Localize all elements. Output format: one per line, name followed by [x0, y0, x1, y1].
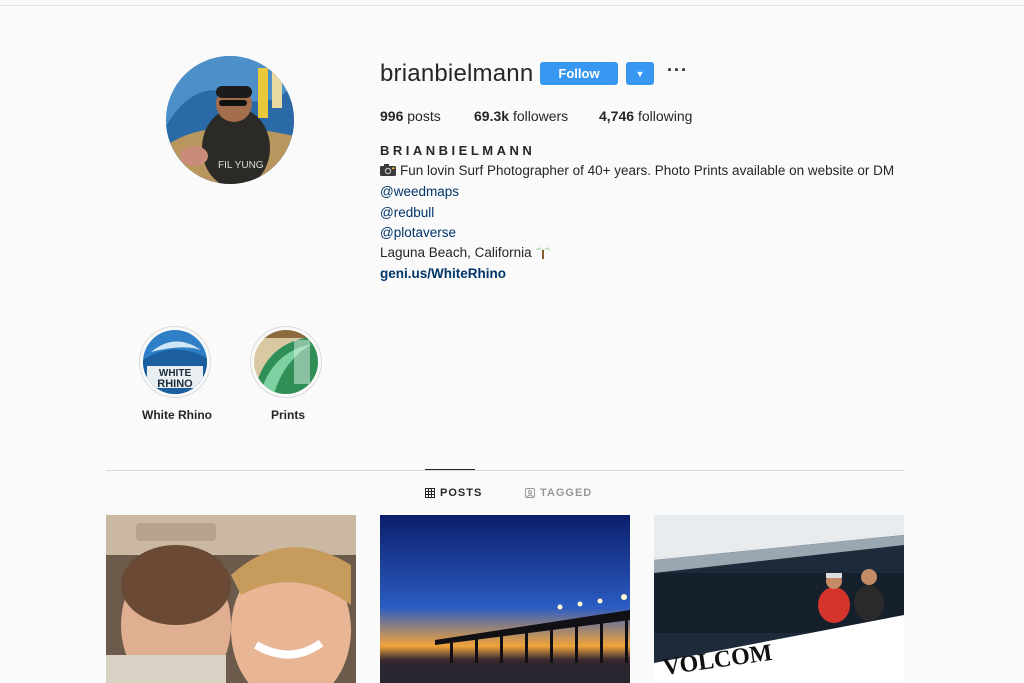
svg-text:RHINO: RHINO: [157, 378, 193, 390]
top-border: [0, 5, 1024, 6]
suggested-dropdown-button[interactable]: ▼: [626, 62, 654, 85]
mention-plotaverse[interactable]: @plotaverse: [380, 225, 456, 240]
location-text: Laguna Beach, California: [380, 245, 532, 260]
follow-button[interactable]: Follow: [540, 62, 618, 85]
highlight-ring[interactable]: [250, 326, 322, 398]
highlight-label-white-rhino: White Rhino: [142, 408, 212, 422]
bio-description: Fun lovin Surf Photographer of 40+ years…: [380, 163, 894, 178]
highlight-prints[interactable]: [250, 326, 322, 398]
profile-full-name: BRIANBIELMANN: [380, 143, 536, 158]
more-options-icon[interactable]: ···: [667, 60, 688, 81]
bio-text: Fun lovin Surf Photographer of 40+ years…: [400, 163, 895, 178]
profile-website-link[interactable]: geni.us/WhiteRhino: [380, 266, 506, 281]
highlight-ring[interactable]: WHITE RHINO: [139, 326, 211, 398]
highlight-white-rhino[interactable]: WHITE RHINO: [139, 326, 211, 398]
svg-text:FIL YUNG: FIL YUNG: [218, 160, 264, 171]
bio-location: Laguna Beach, California: [380, 245, 550, 260]
active-tab-indicator: [425, 469, 475, 470]
tab-posts-label: POSTS: [440, 487, 483, 499]
followers-count: 69.3k: [474, 108, 510, 124]
mention-redbull[interactable]: @redbull: [380, 205, 434, 220]
followers-stat[interactable]: 69.3k followers: [474, 108, 568, 124]
tab-tagged[interactable]: TAGGED: [525, 487, 592, 499]
followers-label: followers: [512, 108, 569, 124]
highlight-label-prints: Prints: [271, 408, 306, 422]
tag-icon: [525, 488, 535, 498]
following-label: following: [637, 108, 693, 124]
following-stat[interactable]: 4,746 following: [599, 108, 692, 124]
profile-username: brianbielmann: [380, 60, 534, 87]
grid-icon: [425, 488, 435, 498]
post-thumbnail[interactable]: VOLCOM: [654, 515, 904, 683]
highlight-cover-white-rhino: WHITE RHINO: [143, 330, 207, 394]
post-thumbnail[interactable]: [380, 515, 630, 683]
profile-avatar[interactable]: FIL YUNG: [166, 56, 294, 184]
tab-tagged-label: TAGGED: [540, 487, 593, 499]
post-thumbnail[interactable]: [106, 515, 356, 683]
chevron-down-icon: ▼: [635, 68, 645, 79]
camera-emoji-icon: [380, 164, 396, 176]
tabs-divider: [106, 470, 904, 471]
mention-weedmaps[interactable]: @weedmaps: [380, 184, 459, 199]
posts-count: 996: [380, 108, 404, 124]
tab-posts[interactable]: POSTS: [425, 487, 482, 499]
posts-stat: 996 posts: [380, 108, 441, 124]
posts-label: posts: [407, 108, 441, 124]
following-count: 4,746: [599, 108, 635, 124]
palm-tree-emoji-icon: [535, 245, 550, 259]
highlight-cover-prints: [254, 330, 318, 394]
